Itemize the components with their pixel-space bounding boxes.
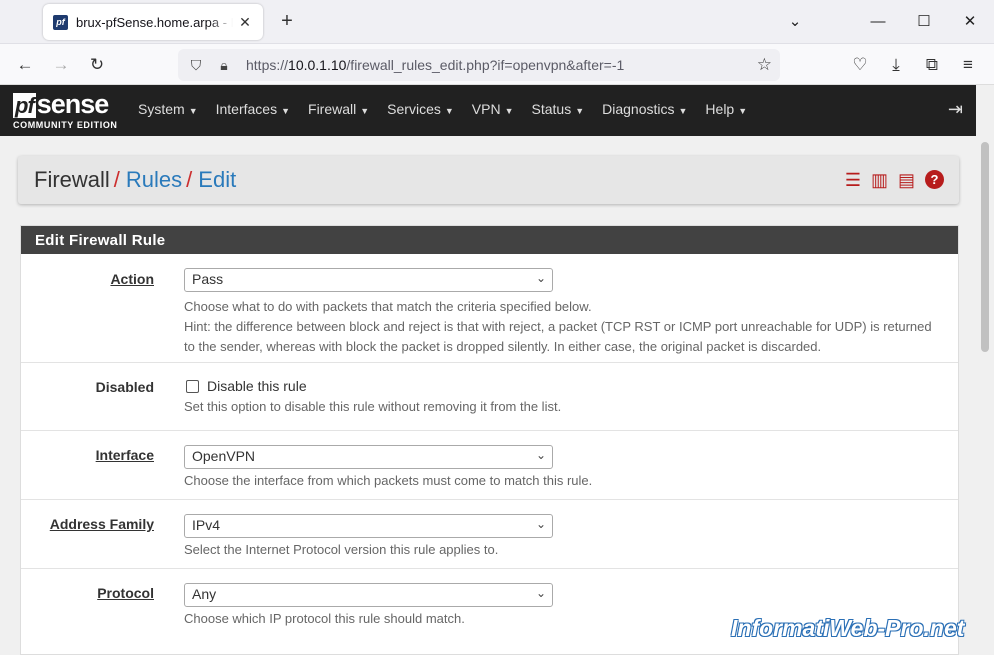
breadcrumb-edit[interactable]: Edit [198,167,236,192]
chevron-down-icon: ⌄ [535,448,546,462]
protocol-label[interactable]: Protocol [97,585,154,601]
panel-title: Edit Firewall Rule [21,226,958,254]
menu-status[interactable]: Status ▼ [532,101,585,117]
edit-firewall-rule-panel: Edit Firewall Rule Action Pass ⌄ Choose w… [20,225,959,655]
menu-help[interactable]: Help ▼ [705,101,747,117]
close-tab-icon[interactable]: ✕ [237,14,253,31]
interface-label[interactable]: Interface [96,447,154,463]
help-question-icon[interactable]: ? [925,170,944,189]
pfsense-logo[interactable]: pf sense COMMUNITY EDITION [13,90,118,130]
browser-tab[interactable]: pf brux-pfSense.home.arpa - Firewall ✕ [43,4,263,40]
extensions-icon[interactable]: ⧉ [918,52,946,78]
protocol-select[interactable]: Any ⌄ [184,583,553,607]
address-family-label[interactable]: Address Family [50,516,154,532]
sliders-icon[interactable]: ☰ [845,170,861,191]
menu-system[interactable]: System ▼ [138,101,198,117]
tab-title: brux-pfSense.home.arpa - Firewall [76,14,233,30]
breadcrumb: Firewall / Rules / Edit ☰ ▥ ▤ ? [18,156,959,204]
breadcrumb-rules[interactable]: Rules [126,167,182,192]
close-window-button[interactable]: ✕ [947,8,993,36]
action-label[interactable]: Action [110,271,154,287]
watermark-logo: InformatiWeb-Pro.net [731,615,965,641]
pocket-icon[interactable]: ♡ [846,52,874,78]
page-scrollbar[interactable] [976,136,994,647]
breadcrumb-firewall: Firewall [34,167,110,192]
new-tab-button[interactable]: + [276,10,298,32]
logout-icon[interactable]: ⇥ [948,99,963,120]
back-arrow-icon[interactable]: ← [11,52,39,78]
address-bar[interactable]: ⛉ 🔒︎ https://10.0.1.10/firewall_rules_ed… [178,49,780,81]
menu-vpn[interactable]: VPN ▼ [472,101,514,117]
maximize-button[interactable]: ☐ [901,8,947,36]
url-text[interactable]: https://10.0.1.10/firewall_rules_edit.ph… [246,57,624,73]
bookmark-star-icon[interactable]: ☆ [757,55,772,75]
download-icon[interactable]: ⤓ [882,52,910,78]
chevron-down-icon: ⌄ [535,586,546,600]
interface-help: Choose the interface from which packets … [184,473,593,488]
main-menu: System ▼ Interfaces ▼ Firewall ▼ Services ▼ … [138,101,747,117]
disabled-help: Set this option to disable this rule wit… [184,399,562,414]
menu-firewall[interactable]: Firewall ▼ [308,101,369,117]
address-family-select[interactable]: IPv4 ⌄ [184,514,553,538]
browser-tab-bar: pf brux-pfSense.home.arpa - Firewall ✕ +… [0,0,994,44]
page-content: Firewall / Rules / Edit ☰ ▥ ▤ ? Edit Firewal… [0,136,976,655]
pfsense-navbar: pf sense COMMUNITY EDITION System ▼ Interf… [0,85,976,136]
disabled-row: Disabled Disable this rule Set this opti… [21,363,958,431]
address-family-help: Select the Internet Protocol version thi… [184,542,499,557]
menu-services[interactable]: Services ▼ [387,101,454,117]
chevron-down-icon: ⌄ [535,271,546,285]
browser-nav-bar: ← → ↻ ⛉ 🔒︎ https://10.0.1.10/firewall_ru… [0,44,994,85]
interface-row: Interface OpenVPN ⌄ Choose the interface … [21,431,958,500]
chevron-down-icon: ⌄ [535,517,546,531]
forward-arrow-icon[interactable]: → [47,52,75,78]
bar-chart-icon[interactable]: ▥ [871,170,888,191]
log-list-icon[interactable]: ▤ [898,170,915,191]
disable-rule-checkbox[interactable]: Disable this rule [184,378,934,394]
action-help: Choose what to do with packets that matc… [184,299,932,354]
scrollbar-thumb[interactable] [981,142,989,352]
address-family-row: Address Family IPv4 ⌄ Select the Internet… [21,500,958,569]
disabled-label: Disabled [95,379,154,395]
menu-interfaces[interactable]: Interfaces ▼ [216,101,290,117]
minimize-button[interactable]: — [855,8,901,36]
shield-icon[interactable]: ⛉ [186,57,206,74]
interface-select[interactable]: OpenVPN ⌄ [184,445,553,469]
reload-icon[interactable]: ↻ [83,52,111,78]
action-select[interactable]: Pass ⌄ [184,268,553,292]
action-row: Action Pass ⌄ Choose what to do with pack… [21,254,958,363]
menu-diagnostics[interactable]: Diagnostics ▼ [602,101,687,117]
pfsense-favicon-icon: pf [53,14,68,30]
tab-list-chevron-down-icon[interactable]: ⌄ [772,8,818,36]
lock-icon[interactable]: 🔒︎ [214,57,234,74]
menu-hamburger-icon[interactable]: ≡ [954,52,982,78]
